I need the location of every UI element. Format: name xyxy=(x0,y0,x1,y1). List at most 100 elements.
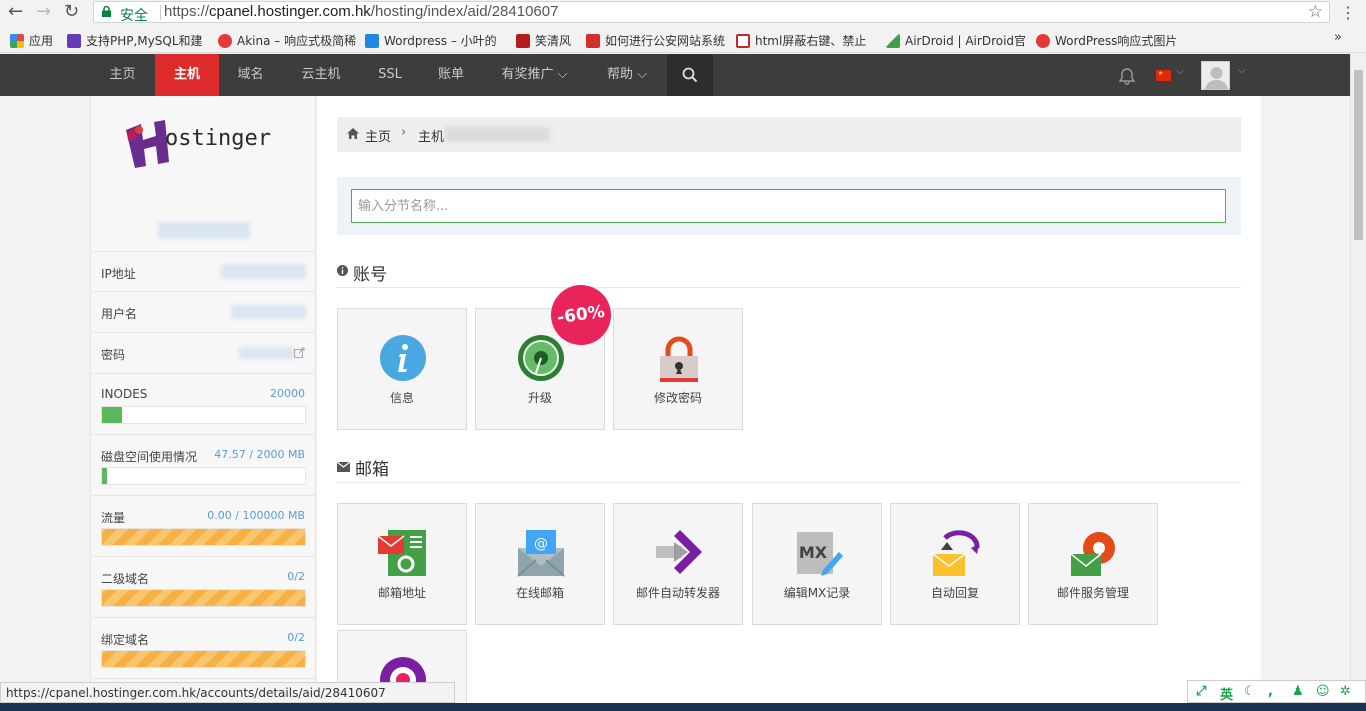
home-icon xyxy=(347,128,359,139)
breadcrumb-current: 主机 xyxy=(418,126,444,145)
addon-domains-progress-fill xyxy=(102,651,305,667)
nav-ssl[interactable]: SSL xyxy=(360,54,420,96)
bookmark-apps[interactable]: 应用 xyxy=(10,32,60,48)
forwarder-icon xyxy=(654,528,704,578)
bookmark-item[interactable]: Wordpress – 小叶的 xyxy=(365,32,505,48)
traffic-row: 流量 0.00 / 100000 MB xyxy=(91,496,315,557)
wordpress-favicon-icon xyxy=(365,34,379,48)
nav-search-button[interactable] xyxy=(667,54,713,96)
ip-label: IP地址 xyxy=(101,265,136,282)
disk-value: 47.57 / 2000 MB xyxy=(214,448,305,461)
address-bar[interactable]: 安全 https://cpanel.hostinger.com.hk/hosti… xyxy=(93,1,1330,23)
scrollbar-thumb[interactable] xyxy=(1354,70,1363,240)
bookmarks-overflow-icon[interactable]: » xyxy=(1334,30,1342,45)
mail-section-title: 邮箱 xyxy=(355,455,389,480)
inodes-progress-bar xyxy=(101,406,306,424)
ime-smile-icon[interactable]: ☺ xyxy=(1316,684,1330,699)
bookmark-item[interactable]: 笑清风 xyxy=(516,32,586,48)
email-accounts-icon xyxy=(378,528,428,578)
mx-text: MX xyxy=(799,543,828,562)
info-icon xyxy=(378,333,428,383)
nav-billing[interactable]: 账单 xyxy=(420,54,482,96)
tile-autoresponders[interactable]: 自动回复 xyxy=(890,503,1020,625)
svg-text:@: @ xyxy=(534,536,548,552)
subdomains-value: 0/2 xyxy=(287,570,305,583)
subdomains-progress-fill xyxy=(102,590,305,606)
mx-record-icon: MX xyxy=(793,528,843,578)
ime-moon-icon[interactable]: ☾ xyxy=(1244,684,1256,699)
addon-domains-row: 绑定域名 0/2 xyxy=(91,618,315,679)
bookmark-item[interactable]: Akina – 响应式极简稀 xyxy=(218,32,358,48)
nav-help[interactable]: 帮助 ⌵ xyxy=(587,54,667,96)
ime-language[interactable]: 英 xyxy=(1220,684,1233,703)
account-caret-icon[interactable]: ⌵ xyxy=(1238,65,1246,76)
ime-settings-icon[interactable]: ✲ xyxy=(1340,684,1351,699)
tile-email-accounts[interactable]: 邮箱地址 xyxy=(337,503,467,625)
language-caret-icon[interactable]: ⌵ xyxy=(1176,66,1184,77)
browser-menu-icon[interactable]: ⋮ xyxy=(1340,3,1356,22)
bookmark-item[interactable]: 支持PHP,MySQL和建 xyxy=(67,32,207,48)
tile-mx-records[interactable]: MX 编辑MX记录 xyxy=(752,503,882,625)
tile-forwarders[interactable]: 邮件自动转发器 xyxy=(613,503,743,625)
tile-label: 邮箱地址 xyxy=(338,584,466,601)
ip-row: IP地址 xyxy=(91,251,315,292)
envelope-icon xyxy=(337,462,350,472)
traffic-progress-fill xyxy=(102,529,305,545)
breadcrumb-separator: › xyxy=(401,125,406,140)
disk-progress-fill xyxy=(102,468,107,484)
tile-label: 修改密码 xyxy=(614,389,742,406)
bookmark-item[interactable]: 如何进行公安网站系统 xyxy=(586,32,726,48)
url-divider xyxy=(160,5,161,20)
tile-change-password[interactable]: 修改密码 xyxy=(613,308,743,430)
tile-mail-service[interactable]: 邮件服务管理 xyxy=(1028,503,1158,625)
airdroid-favicon-icon xyxy=(886,34,900,48)
notification-bell-icon[interactable] xyxy=(1118,67,1136,85)
section-divider xyxy=(337,287,1241,288)
inodes-progress-fill xyxy=(102,407,122,423)
bookmark-label: 如何进行公安网站系统 xyxy=(605,34,725,48)
tile-webmail[interactable]: @ 在线邮箱 xyxy=(475,503,605,625)
redacted-password-value xyxy=(239,347,294,359)
speedometer-icon xyxy=(516,333,566,383)
bookmark-item[interactable]: AirDroid | AirDroid官 xyxy=(886,32,1026,48)
breadcrumb-home[interactable]: 主页 xyxy=(365,126,391,145)
url-host: cpanel.hostinger.com.hk xyxy=(209,3,371,20)
disk-label: 磁盘空间使用情况 xyxy=(101,448,197,465)
nav-home[interactable]: 主页 xyxy=(90,54,155,96)
url-text[interactable]: https://cpanel.hostinger.com.hk/hosting/… xyxy=(164,3,558,20)
ime-user-icon[interactable]: ♟ xyxy=(1292,684,1304,699)
reload-icon[interactable]: ↻ xyxy=(64,2,79,22)
nav-referrals[interactable]: 有奖推广 ⌵ xyxy=(482,54,587,96)
traffic-progress-bar xyxy=(101,528,306,546)
site-favicon-icon xyxy=(586,34,600,48)
site-favicon-icon xyxy=(736,34,750,48)
site-navbar: 主页 主机 域名 云主机 SSL 账单 有奖推广 ⌵ 帮助 ⌵ ★ ⌵ ⌵ xyxy=(0,54,1350,96)
page-scrollbar[interactable] xyxy=(1350,54,1366,703)
bookmark-label: 应用 xyxy=(29,34,53,48)
bookmark-star-icon[interactable]: ☆ xyxy=(1308,2,1323,22)
info-circle-icon xyxy=(337,265,348,276)
ime-switch-icon[interactable]: ⤢ xyxy=(1196,684,1206,699)
forward-icon[interactable]: → xyxy=(36,2,51,22)
site-favicon-icon xyxy=(516,34,530,48)
akina-favicon-icon xyxy=(218,34,232,48)
bookmark-item[interactable]: html屏蔽右键、禁止 xyxy=(736,32,876,48)
china-flag-icon[interactable]: ★ xyxy=(1156,70,1171,81)
external-link-icon[interactable] xyxy=(294,347,305,358)
tile-info[interactable]: 信息 xyxy=(337,308,467,430)
nav-cloud-hosting[interactable]: 云主机 xyxy=(282,54,360,96)
nav-domains[interactable]: 域名 xyxy=(219,54,282,96)
url-scheme: https:// xyxy=(164,3,209,20)
tile-label: 自动回复 xyxy=(891,584,1019,601)
back-icon[interactable]: ← xyxy=(8,2,23,22)
hostinger-favicon-icon xyxy=(67,34,81,48)
traffic-label: 流量 xyxy=(101,509,125,526)
nav-hosting[interactable]: 主机 xyxy=(155,54,219,96)
ime-punct-icon[interactable]: , xyxy=(1268,684,1273,699)
bookmark-item[interactable]: WordPress响应式图片 xyxy=(1036,32,1176,48)
tile-label: 邮件自动转发器 xyxy=(614,584,742,601)
user-avatar[interactable] xyxy=(1201,61,1230,90)
search-icon xyxy=(682,67,698,83)
section-search-input[interactable] xyxy=(351,189,1226,223)
bookmark-label: Wordpress – 小叶的 xyxy=(384,34,497,48)
